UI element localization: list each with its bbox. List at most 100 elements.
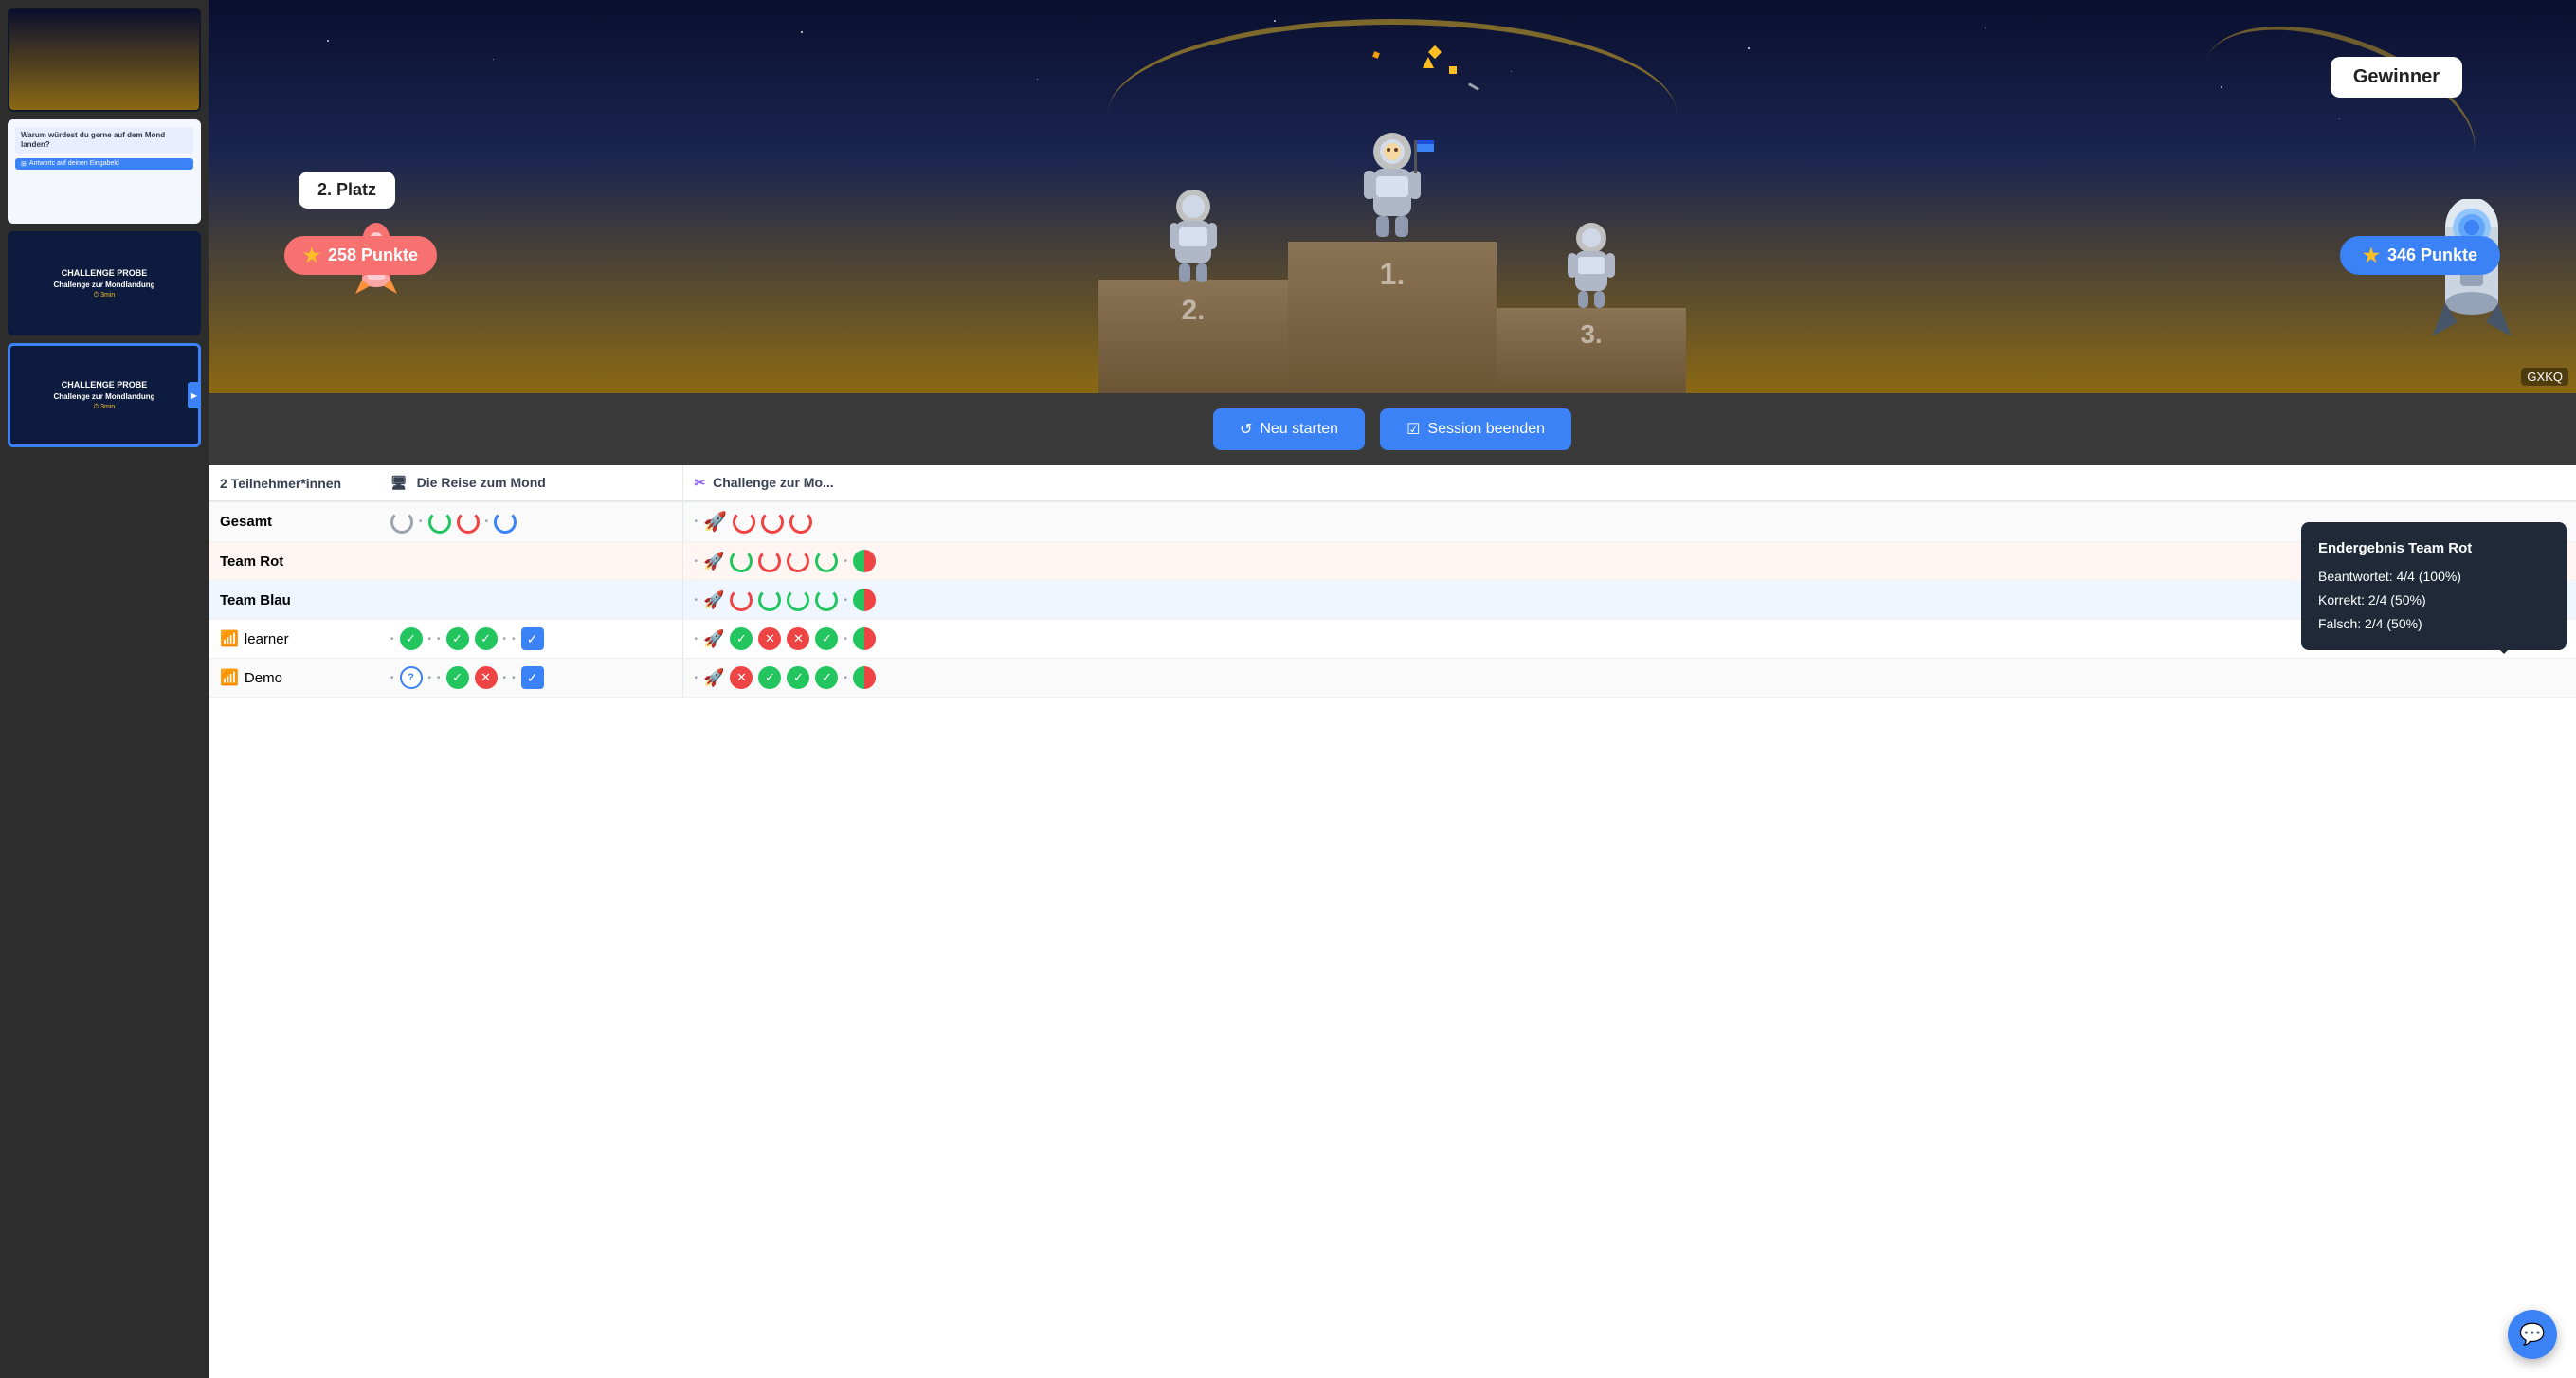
row-demo: 📶 Demo • ? • • ✓ ✕ • • ✓ (209, 659, 2576, 698)
spinner-green-3 (815, 550, 838, 572)
pie-chart-blau (853, 589, 876, 611)
game-code: GXKQ (2521, 368, 2568, 386)
main-content: 2. (209, 0, 2576, 1378)
spinner-green-5 (787, 589, 809, 611)
rocket-icon-1: 🚀 (703, 510, 727, 534)
podium: 2. (209, 131, 2576, 393)
star-icon-second: ★ (303, 244, 320, 267)
rocket-gray-1: 🚀 (703, 590, 724, 610)
team-rot-module-icons (379, 542, 682, 581)
header-participants: 2 Teilnehmer*innen (209, 465, 379, 501)
confetti-shapes (1203, 38, 1582, 133)
check-green-9: ✓ (815, 666, 838, 689)
demo-module-icons: • ? • • ✓ ✕ • • ✓ (379, 659, 682, 698)
wifi-icon-demo: 📶 (220, 668, 239, 687)
spinner-gray-1 (390, 511, 413, 534)
check-green-6: ✓ (446, 666, 469, 689)
team-blau-module-icons (379, 581, 682, 620)
row-learner: 📶 learner • ✓ • • ✓ ✓ • • ✓ (209, 620, 2576, 659)
checkbox-demo: ✓ (521, 666, 544, 689)
header-challenge: ✂ Challenge zur Mo... (682, 465, 2576, 501)
x-red-1: ✕ (758, 627, 781, 650)
spinner-red-2 (733, 511, 755, 534)
row-gesamt: Gesamt • • • 🚀 (209, 501, 2576, 542)
game-screen: 2. (209, 0, 2576, 393)
second-banner: 2. Platz (299, 172, 395, 209)
check-green-2: ✓ (446, 627, 469, 650)
end-session-button[interactable]: ☑ Session beenden (1380, 408, 1571, 450)
team-rot-challenge-icons: • 🚀 • (682, 542, 2576, 581)
spinner-green-1 (428, 511, 451, 534)
slide-arrow: ▶ (188, 382, 201, 408)
slide-3-title: CHALLENGE PROBE (62, 268, 148, 278)
gesamt-challenge-icons: • 🚀 (682, 501, 2576, 542)
podium-1-label: 1. (1380, 257, 1406, 292)
header-module: 🖥 Die Reise zum Mond (379, 465, 682, 501)
question-blue: ? (400, 666, 423, 689)
podium-3-label: 3. (1580, 319, 1602, 350)
row-team-blau: Team Blau • 🚀 • (209, 581, 2576, 620)
learner-label-cell: 📶 learner (209, 620, 379, 659)
spinner-blue-1 (494, 511, 517, 534)
check-green-3: ✓ (475, 627, 498, 650)
slide-4-title: CHALLENGE PROBE (62, 380, 148, 390)
x-red-4: ✕ (730, 666, 753, 689)
slide-thumb-4[interactable]: CHALLENGE PROBE Challenge zur Mondlandun… (8, 343, 201, 447)
chat-button[interactable]: 💬 (2508, 1310, 2557, 1359)
podium-second: 2. (1098, 188, 1288, 393)
spinner-red-4 (789, 511, 812, 534)
team-blau-challenge-icons: • 🚀 • (682, 581, 2576, 620)
learner-module-icons: • ✓ • • ✓ ✓ • • ✓ (379, 620, 682, 659)
podium-third: 3. (1497, 221, 1686, 393)
winner-banner: Gewinner (2331, 57, 2462, 98)
chat-icon: 💬 (2519, 1322, 2545, 1347)
table-header: 2 Teilnehmer*innen 🖥 Die Reise zum Mond … (209, 465, 2576, 501)
team-rot-label: Team Rot (209, 542, 379, 581)
pie-chart-demo (853, 666, 876, 689)
team-blau-label: Team Blau (209, 581, 379, 620)
wifi-icon-learner: 📶 (220, 629, 239, 648)
pie-chart-learner (853, 627, 876, 650)
restart-icon: ↺ (1240, 420, 1252, 439)
spinner-green-4 (758, 589, 781, 611)
check-green-7: ✓ (758, 666, 781, 689)
winner-points: ★ 346 Punkte (2340, 236, 2500, 275)
check-green-5: ✓ (815, 627, 838, 650)
rocket-orange-1: 🚀 (703, 552, 724, 571)
checkbox-learner: ✓ (521, 627, 544, 650)
rocket-gray-demo: 🚀 (703, 668, 724, 688)
gesamt-module-icons: • • (379, 501, 682, 542)
spinner-red-6 (787, 550, 809, 572)
check-green-1: ✓ (400, 627, 423, 650)
demo-challenge-icons: • 🚀 ✕ ✓ ✓ ✓ • (682, 659, 2576, 698)
spinner-green-6 (815, 589, 838, 611)
check-green-8: ✓ (787, 666, 809, 689)
x-red-2: ✕ (787, 627, 809, 650)
spinner-red-5 (758, 550, 781, 572)
slide-thumb-3[interactable]: CHALLENGE PROBE Challenge zur Mondlandun… (8, 231, 201, 335)
slide-thumb-2[interactable]: Warum würdest du gerne auf dem Mond land… (8, 119, 201, 224)
star-icon-winner: ★ (2363, 244, 2380, 267)
x-red-3: ✕ (475, 666, 498, 689)
slide-panel: Warum würdest du gerne auf dem Mond land… (0, 0, 209, 1378)
end-icon: ☑ (1406, 420, 1420, 439)
spinner-green-2 (730, 550, 753, 572)
row-team-rot: Team Rot • 🚀 • (209, 542, 2576, 581)
spinner-red-1 (457, 511, 480, 534)
gesamt-label: Gesamt (209, 501, 379, 542)
spinner-red-3 (761, 511, 784, 534)
pie-chart-rot (853, 550, 876, 572)
rocket-orange-learner: 🚀 (703, 629, 724, 649)
check-green-4: ✓ (730, 627, 753, 650)
podium-2-label: 2. (1181, 295, 1205, 327)
slide-2-question: Warum würdest du gerne auf dem Mond land… (15, 127, 193, 154)
tooltip-team-rot: Endergebnis Team Rot Beantwortet: 4/4 (1… (2301, 522, 2567, 650)
demo-label-cell: 📶 Demo (209, 659, 379, 698)
slide-thumb-1[interactable] (8, 8, 201, 112)
spinner-red-7 (730, 589, 753, 611)
podium-first: 1. (1288, 131, 1497, 393)
second-points: ★ 258 Punkte (284, 236, 437, 275)
results-table: 2 Teilnehmer*innen 🖥 Die Reise zum Mond … (209, 465, 2576, 698)
learner-challenge-icons: • 🚀 ✓ ✕ ✕ ✓ • (682, 620, 2576, 659)
restart-button[interactable]: ↺ Neu starten (1213, 408, 1365, 450)
